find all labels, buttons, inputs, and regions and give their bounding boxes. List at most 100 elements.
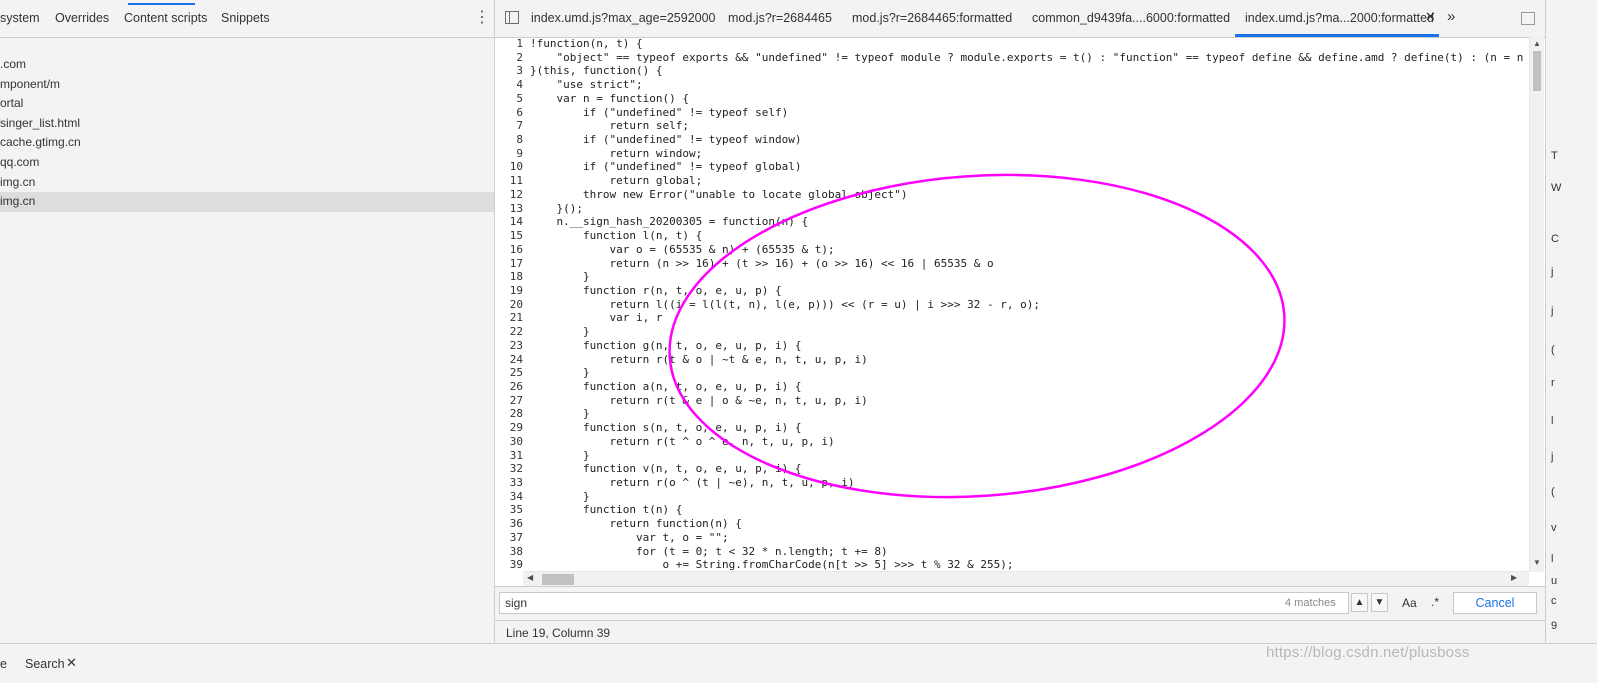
debugger-item[interactable]: W [1551,182,1561,194]
cancel-button[interactable]: Cancel [1453,592,1537,614]
tree-item[interactable]: ortal [0,94,494,114]
code-line[interactable]: 34 } [495,490,1529,504]
code-line[interactable]: 8 if ("undefined" != typeof window) [495,133,1529,147]
code-line[interactable]: 13 }(); [495,202,1529,216]
toggle-debugger-icon[interactable] [1521,12,1535,25]
code-line[interactable]: 5 var n = function() { [495,92,1529,106]
line-number[interactable]: 16 [495,243,523,257]
code-line[interactable]: 30 return r(t ^ o ^ e, n, t, u, p, i) [495,435,1529,449]
tree-item[interactable]: cache.gtimg.cn [0,133,494,153]
code-line[interactable]: 17 return (n >> 16) + (t >> 16) + (o >> … [495,257,1529,271]
scroll-right-icon[interactable]: ▶ [1511,573,1517,582]
scroll-left-icon[interactable]: ◀ [527,573,533,582]
line-number[interactable]: 13 [495,202,523,216]
file-tab[interactable]: common_d9439fa....6000:formatted [1032,11,1230,25]
code-area[interactable]: 1 !function(n, t) {2 "object" == typeof e… [495,37,1529,571]
horizontal-scrollbar[interactable]: ◀ ▶ [523,571,1529,586]
code-line[interactable]: 9 return window; [495,147,1529,161]
debugger-item[interactable]: j [1551,305,1553,317]
debugger-item[interactable]: C [1551,233,1559,245]
line-number[interactable]: 38 [495,545,523,559]
line-number[interactable]: 9 [495,147,523,161]
code-line[interactable]: 12 throw new Error("unable to locate glo… [495,188,1529,202]
code-line[interactable]: 21 var i, r [495,311,1529,325]
line-number[interactable]: 14 [495,215,523,229]
debugger-item[interactable]: j [1551,451,1553,463]
file-tab[interactable]: mod.js?r=2684465 [728,11,832,25]
line-number[interactable]: 30 [495,435,523,449]
code-line[interactable]: 19 function r(n, t, o, e, u, p) { [495,284,1529,298]
code-line[interactable]: 31 } [495,449,1529,463]
code-line[interactable]: 16 var o = (65535 & n) + (65535 & t); [495,243,1529,257]
debugger-item[interactable]: j [1551,266,1553,278]
tree-item[interactable]: mponent/m [0,75,494,95]
code-line[interactable]: 20 return l((i = l(l(t, n), l(e, p))) <<… [495,298,1529,312]
line-number[interactable]: 19 [495,284,523,298]
line-number[interactable]: 5 [495,92,523,106]
debugger-item[interactable]: l [1551,415,1553,427]
line-number[interactable]: 29 [495,421,523,435]
vertical-scroll-thumb[interactable] [1533,51,1541,91]
debugger-item[interactable]: ( [1551,486,1555,498]
code-line[interactable]: 29 function s(n, t, o, e, u, p, i) { [495,421,1529,435]
toggle-navigator-icon[interactable] [505,11,519,24]
match-case-button[interactable]: Aa [1402,596,1417,610]
line-number[interactable]: 27 [495,394,523,408]
line-number[interactable]: 15 [495,229,523,243]
line-number[interactable]: 4 [495,78,523,92]
code-line[interactable]: 23 function g(n, t, o, e, u, p, i) { [495,339,1529,353]
debugger-item[interactable]: 9 [1551,620,1557,632]
line-number[interactable]: 20 [495,298,523,312]
debugger-item[interactable]: r [1551,377,1555,389]
code-line[interactable]: 15 function l(n, t) { [495,229,1529,243]
line-number[interactable]: 8 [495,133,523,147]
line-number[interactable]: 7 [495,119,523,133]
code-line[interactable]: 14 n.__sign_hash_20200305 = function(n) … [495,215,1529,229]
code-line[interactable]: 26 function a(n, t, o, e, u, p, i) { [495,380,1529,394]
code-line[interactable]: 6 if ("undefined" != typeof self) [495,106,1529,120]
code-line[interactable]: 27 return r(t & e | o & ~e, n, t, u, p, … [495,394,1529,408]
tab-snippets[interactable]: Snippets [221,11,270,25]
line-number[interactable]: 18 [495,270,523,284]
search-input[interactable]: sign [499,592,1349,614]
tree-item[interactable]: qq.com [0,153,494,173]
debugger-item[interactable]: c [1551,595,1557,607]
tab-overrides[interactable]: Overrides [55,11,109,25]
line-number[interactable]: 28 [495,407,523,421]
code-line[interactable]: 3}(this, function() { [495,64,1529,78]
code-line[interactable]: 11 return global; [495,174,1529,188]
code-line[interactable]: 24 return r(t & o | ~t & e, n, t, u, p, … [495,353,1529,367]
code-line[interactable]: 10 if ("undefined" != typeof global) [495,160,1529,174]
close-drawer-tab-icon[interactable]: ✕ [66,655,77,671]
line-number[interactable]: 22 [495,325,523,339]
more-options-icon[interactable]: ⋮ [474,9,490,27]
line-number[interactable]: 11 [495,174,523,188]
close-tab-icon[interactable]: ✕ [1425,9,1436,25]
line-number[interactable]: 36 [495,517,523,531]
debugger-item[interactable]: u [1551,575,1557,587]
line-number[interactable]: 2 [495,51,523,65]
vertical-scrollbar[interactable]: ▲ ▼ [1529,37,1544,572]
debugger-item[interactable]: l [1551,553,1553,565]
code-line[interactable]: 25 } [495,366,1529,380]
line-number[interactable]: 1 [495,37,523,51]
line-number[interactable]: 21 [495,311,523,325]
line-number[interactable]: 37 [495,531,523,545]
code-line[interactable]: 1 !function(n, t) { [495,37,1529,51]
line-number[interactable]: 26 [495,380,523,394]
code-line[interactable]: 4 "use strict"; [495,78,1529,92]
debugger-item[interactable]: T [1551,150,1558,162]
tree-item[interactable]: img.cn [0,173,494,193]
line-number[interactable]: 25 [495,366,523,380]
line-number[interactable]: 32 [495,462,523,476]
scroll-up-icon[interactable]: ▲ [1533,39,1541,48]
scroll-down-icon[interactable]: ▼ [1533,558,1541,567]
code-line[interactable]: 39 o += String.fromCharCode(n[t >> 5] >>… [495,558,1529,571]
line-number[interactable]: 35 [495,503,523,517]
line-number[interactable]: 39 [495,558,523,571]
code-line[interactable]: 37 var t, o = ""; [495,531,1529,545]
file-tab-active[interactable]: index.umd.js?ma...2000:formatted [1245,11,1434,25]
code-line[interactable]: 22 } [495,325,1529,339]
line-number[interactable]: 17 [495,257,523,271]
line-number[interactable]: 12 [495,188,523,202]
